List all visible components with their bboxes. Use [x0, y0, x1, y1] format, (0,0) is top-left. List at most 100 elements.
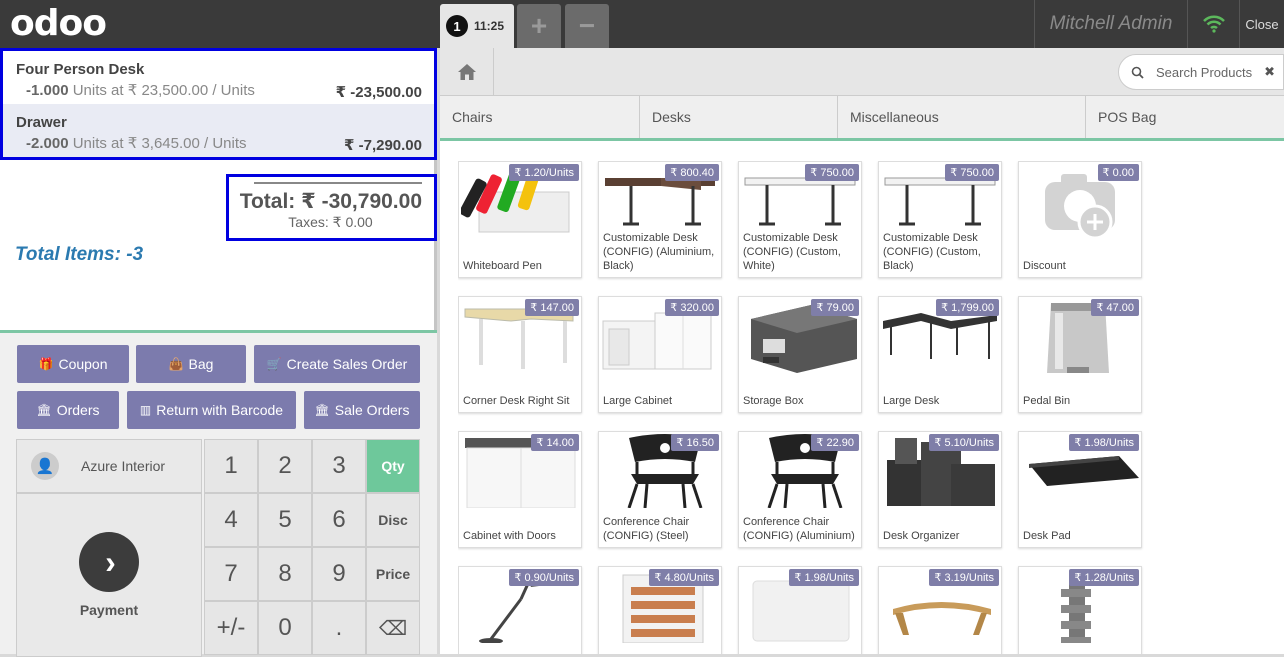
product-header: Search Products ✖	[440, 48, 1284, 96]
product-name: Customizable Desk (CONFIG) (Custom, Whit…	[743, 232, 841, 272]
product-price-tag: ₹ 800.40	[665, 164, 719, 181]
product-price-tag: ₹ 3.19/Units	[929, 569, 999, 586]
numpad-key-3[interactable]: 3	[312, 439, 366, 493]
numpad-key-2[interactable]: 2	[258, 439, 312, 493]
order-line[interactable]: Drawer -2.000 Units at ₹ 3,645.00 / Unit…	[3, 104, 434, 157]
order-tab[interactable]: 1 11:25	[440, 4, 514, 48]
product-card[interactable]: ₹ 47.00 Pedal Bin	[1018, 296, 1142, 413]
order-total: Total: ₹ -30,790.00	[239, 190, 422, 213]
product-card[interactable]: ₹ 800.40 Customizable Desk (CONFIG) (Alum…	[598, 161, 722, 278]
numpad-key-6[interactable]: 6	[312, 493, 366, 547]
chevron-right-icon: ›	[79, 532, 139, 592]
coupon-button[interactable]: 🎁 Coupon	[17, 345, 129, 383]
product-price-tag: ₹ 1.28/Units	[1069, 569, 1139, 586]
return-barcode-label: Return with Barcode	[156, 402, 284, 418]
category-desks[interactable]: Desks	[640, 96, 838, 138]
category-miscellaneous[interactable]: Miscellaneous	[838, 96, 1086, 138]
sale-orders-button[interactable]: 🏛 Sale Orders	[304, 391, 420, 429]
numpad-key-7[interactable]: 7	[204, 547, 258, 601]
price-mode-button[interactable]: Price	[366, 547, 420, 601]
numpad-key-9[interactable]: 9	[312, 547, 366, 601]
numpad-key-5[interactable]: 5	[258, 493, 312, 547]
numpad-key-8[interactable]: 8	[258, 547, 312, 601]
product-panel: Search Products ✖ Chairs Desks Miscellan…	[440, 48, 1284, 654]
backspace-icon[interactable]: ⌫	[366, 601, 420, 655]
order-line-qty: -2.000	[26, 135, 69, 152]
clear-search-icon[interactable]: ✖	[1264, 64, 1275, 80]
order-lines: Four Person Desk -1.000 Units at ₹ 23,50…	[0, 48, 437, 160]
product-price-tag: ₹ 79.00	[811, 299, 859, 316]
order-line-price: ₹ -7,290.00	[344, 137, 422, 154]
product-card[interactable]: ₹ 0.90/Units	[458, 566, 582, 654]
bag-button[interactable]: 👜 Bag	[136, 345, 246, 383]
product-card[interactable]: ₹ 22.90 Conference Chair (CONFIG) (Alumin…	[738, 431, 862, 548]
user-icon: 👤	[31, 452, 59, 480]
order-line[interactable]: Four Person Desk -1.000 Units at ₹ 23,50…	[3, 51, 434, 104]
product-price-tag: ₹ 0.00	[1097, 164, 1139, 181]
category-chairs[interactable]: Chairs	[440, 96, 640, 138]
product-price-tag: ₹ 1.20/Units	[509, 164, 579, 181]
product-price-tag: ₹ 4.80/Units	[649, 569, 719, 586]
product-grid: ₹ 1.20/Units Whiteboard Pen ₹ 800.40 Custom…	[458, 161, 1284, 654]
product-name: Cabinet with Doors	[463, 530, 556, 542]
product-name: Corner Desk Right Sit	[463, 395, 570, 407]
create-sales-order-label: Create Sales Order	[286, 356, 408, 372]
return-barcode-button[interactable]: ▥ Return with Barcode	[127, 391, 296, 429]
odoo-logo: odoo	[10, 3, 107, 44]
category-pos-bag[interactable]: POS Bag	[1086, 96, 1284, 138]
action-pad: 🎁 Coupon 👜 Bag 🛒 Create Sales Order 🏛 Orders…	[0, 330, 437, 657]
total-items: Total Items: -3	[15, 244, 144, 265]
order-line-unit: Units at ₹ 3,645.00 / Units	[72, 135, 247, 152]
product-card[interactable]: ₹ 4.80/Units	[598, 566, 722, 654]
product-card[interactable]: ₹ 1.28/Units	[1018, 566, 1142, 654]
product-card[interactable]: ₹ 79.00 Storage Box	[738, 296, 862, 413]
order-line-product: Drawer	[16, 114, 67, 131]
disc-mode-button[interactable]: Disc	[366, 493, 420, 547]
order-taxes: Taxes: ₹ 0.00	[288, 214, 373, 230]
create-sales-order-button[interactable]: 🛒 Create Sales Order	[254, 345, 420, 383]
remove-order-button[interactable]: −	[565, 4, 609, 48]
product-name: Storage Box	[743, 395, 804, 407]
product-card[interactable]: ₹ 1.98/Units Desk Pad	[1018, 431, 1142, 548]
product-card[interactable]: ₹ 750.00 Customizable Desk (CONFIG) (Cust…	[738, 161, 862, 278]
barcode-icon: ▥	[139, 403, 152, 417]
top-bar: odoo 1 11:25 + − Mitchell Admin Close	[0, 0, 1284, 48]
product-card[interactable]: ₹ 147.00 Corner Desk Right Sit	[458, 296, 582, 413]
numpad-key-plusminus[interactable]: +/-	[204, 601, 258, 655]
product-name: Customizable Desk (CONFIG) (Custom, Blac…	[883, 232, 981, 272]
product-card[interactable]: ₹ 1.20/Units Whiteboard Pen	[458, 161, 582, 278]
wifi-icon[interactable]	[1187, 0, 1239, 48]
customer-button[interactable]: 👤 Azure Interior	[16, 439, 202, 493]
product-price-tag: ₹ 1,799.00	[936, 299, 999, 316]
product-card[interactable]: ₹ 750.00 Customizable Desk (CONFIG) (Cust…	[878, 161, 1002, 278]
product-card[interactable]: ₹ 1.98/Units	[738, 566, 862, 654]
product-card[interactable]: ₹ 14.00 Cabinet with Doors	[458, 431, 582, 548]
qty-mode-button[interactable]: Qty	[366, 439, 420, 493]
product-card[interactable]: ₹ 0.00 Discount	[1018, 161, 1142, 278]
home-icon[interactable]	[440, 48, 494, 96]
product-price-tag: ₹ 750.00	[945, 164, 999, 181]
search-input[interactable]: Search Products	[1156, 65, 1252, 80]
product-card[interactable]: ₹ 16.50 Conference Chair (CONFIG) (Steel)	[598, 431, 722, 548]
product-card[interactable]: ₹ 320.00 Large Cabinet	[598, 296, 722, 413]
orders-button[interactable]: 🏛 Orders	[17, 391, 119, 429]
product-card[interactable]: ₹ 3.19/Units	[878, 566, 1002, 654]
search-box[interactable]: Search Products ✖	[1118, 54, 1284, 90]
cashier-name[interactable]: Mitchell Admin	[1034, 0, 1187, 48]
bank-icon: 🏛	[314, 403, 330, 417]
close-button[interactable]: Close	[1239, 0, 1284, 48]
product-name: Conference Chair (CONFIG) (Aluminium)	[743, 516, 855, 542]
product-price-tag: ₹ 16.50	[671, 434, 719, 451]
numpad-key-0[interactable]: 0	[258, 601, 312, 655]
numpad-key-1[interactable]: 1	[204, 439, 258, 493]
order-panel: Four Person Desk -1.000 Units at ₹ 23,50…	[0, 48, 437, 657]
cart-icon: 🛒	[266, 357, 282, 371]
add-order-button[interactable]: +	[517, 4, 561, 48]
bag-label: Bag	[188, 356, 214, 372]
payment-button[interactable]: › Payment	[16, 493, 202, 657]
product-price-tag: ₹ 47.00	[1091, 299, 1139, 316]
product-card[interactable]: ₹ 1,799.00 Large Desk	[878, 296, 1002, 413]
product-card[interactable]: ₹ 5.10/Units Desk Organizer	[878, 431, 1002, 548]
numpad-key-4[interactable]: 4	[204, 493, 258, 547]
numpad-key-dot[interactable]: .	[312, 601, 366, 655]
